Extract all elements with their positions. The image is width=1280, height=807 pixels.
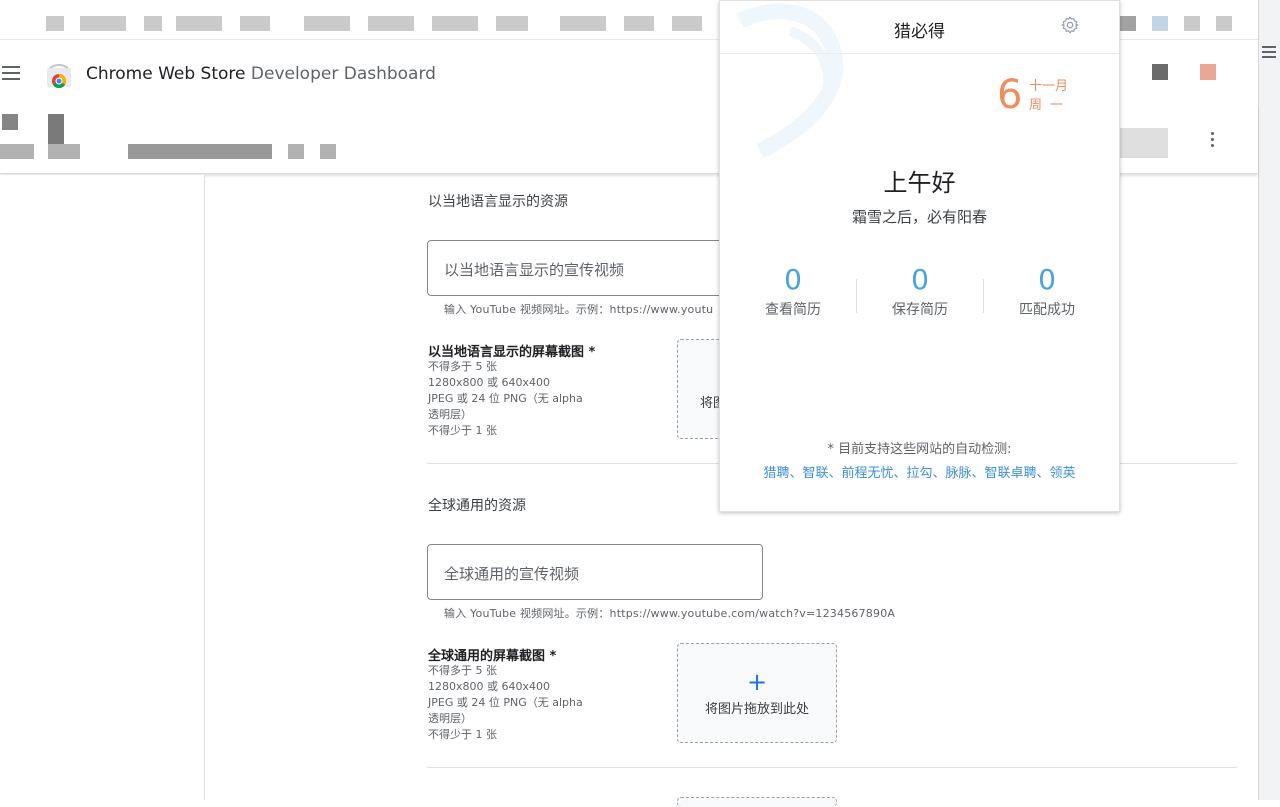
requirement-item: JPEG 或 24 位 PNG（无 alpha bbox=[428, 696, 583, 709]
obscured-tab bbox=[46, 16, 64, 31]
plus-icon: + bbox=[746, 668, 768, 696]
obscured-breadcrumb bbox=[320, 144, 336, 159]
requirement-item: JPEG 或 24 位 PNG（无 alpha bbox=[428, 392, 583, 405]
stat-label: 匹配成功 bbox=[1019, 302, 1075, 318]
date-month: 十一月 bbox=[1029, 79, 1069, 94]
global-screenshots-label: 全球通用的屏幕截图 * bbox=[428, 649, 557, 664]
obscured-tab bbox=[432, 16, 478, 31]
obscured-tab bbox=[240, 16, 270, 31]
obscured-tab bbox=[304, 16, 350, 31]
stat-label: 查看简历 bbox=[765, 302, 821, 318]
local-screenshot-requirements: 不得多于 5 张 1280x800 或 640x400 JPEG 或 24 位 … bbox=[428, 359, 583, 439]
obscured-breadcrumb bbox=[288, 144, 304, 159]
stat-value: 0 bbox=[1038, 263, 1056, 296]
browser-side-panel bbox=[1258, 0, 1280, 800]
obscured-tab bbox=[368, 16, 414, 31]
date-weekday: 周一 bbox=[1029, 98, 1072, 113]
requirement-item: 1280x800 或 640x400 bbox=[428, 376, 550, 389]
global-screenshot-dropzone[interactable]: + 将图片拖放到此处 bbox=[677, 643, 837, 743]
obscured-tab bbox=[1152, 16, 1168, 31]
obscured-tab bbox=[1216, 16, 1232, 31]
obscured-back-icon[interactable] bbox=[2, 114, 18, 130]
greeting: 上午好 bbox=[883, 169, 956, 197]
support-note: * 目前支持这些网站的自动检测: bbox=[827, 442, 1012, 457]
settings-gear-icon[interactable] bbox=[1060, 15, 1080, 35]
requirement-item: 不得少于 1 张 bbox=[428, 728, 497, 741]
local-video-hint: 输入 YouTube 视频网址。示例：https://www.youtu bbox=[444, 303, 714, 316]
local-resources-title: 以当地语言显示的资源 bbox=[428, 194, 568, 210]
app-title-main: Chrome Web Store bbox=[86, 64, 251, 84]
requirement-item: 不得多于 5 张 bbox=[428, 360, 497, 373]
next-dropzone-partial[interactable] bbox=[677, 797, 837, 807]
more-options-icon[interactable] bbox=[1211, 132, 1215, 150]
requirement-item: 不得多于 5 张 bbox=[428, 664, 497, 677]
section-divider bbox=[427, 767, 1237, 768]
stat-label: 保存简历 bbox=[892, 302, 948, 318]
stat-value: 0 bbox=[784, 263, 802, 296]
obscured-tab bbox=[560, 16, 606, 31]
requirement-item: 不得少于 1 张 bbox=[428, 424, 497, 437]
obscured-item-icon bbox=[48, 114, 64, 144]
local-screenshots-label: 以当地语言显示的屏幕截图 * bbox=[428, 345, 596, 360]
obscured-tab bbox=[80, 16, 126, 31]
global-video-input[interactable]: 全球通用的宣传视频 bbox=[427, 544, 763, 600]
obscured-tab bbox=[672, 16, 702, 31]
global-screenshot-requirements: 不得多于 5 张 1280x800 或 640x400 JPEG 或 24 位 … bbox=[428, 663, 583, 743]
stat-viewed-resumes[interactable]: 0 查看简历 bbox=[730, 263, 856, 319]
side-menu-icon[interactable] bbox=[1262, 46, 1276, 61]
requirement-item: 透明层） bbox=[428, 712, 472, 725]
obscured-action-button[interactable] bbox=[1120, 128, 1168, 158]
requirement-item: 透明层） bbox=[428, 408, 472, 421]
obscured-tab bbox=[496, 16, 528, 31]
app-title-sub: Developer Dashboard bbox=[250, 64, 436, 84]
chrome-web-store-logo bbox=[47, 64, 71, 88]
obscured-tab bbox=[1184, 16, 1200, 31]
left-navigation bbox=[0, 175, 205, 800]
global-resources-title: 全球通用的资源 bbox=[428, 498, 526, 514]
obscured-avatar[interactable] bbox=[1200, 64, 1216, 80]
stat-value: 0 bbox=[911, 263, 929, 296]
stat-matched[interactable]: 0 匹配成功 bbox=[984, 263, 1110, 319]
obscured-tab bbox=[176, 16, 222, 31]
supported-sites-links[interactable]: 猎聘、智联、前程无忧、拉勾、脉脉、智联卓聘、领英 bbox=[720, 462, 1119, 481]
obscured-item-name bbox=[128, 144, 272, 159]
extension-popup: 猎必得 6 十一月 周一 上午好 霜雪之后，必有阳春 0 查看简历 0 保存简历… bbox=[719, 0, 1120, 512]
app-title: Chrome Web Store Developer Dashboard bbox=[86, 64, 436, 84]
obscured-header-icon[interactable] bbox=[1152, 64, 1168, 80]
obscured-tab bbox=[624, 16, 654, 31]
obscured-breadcrumb bbox=[48, 144, 80, 159]
date-day: 6 bbox=[997, 72, 1023, 118]
requirement-item: 1280x800 或 640x400 bbox=[428, 680, 550, 693]
hamburger-menu-icon[interactable] bbox=[2, 66, 20, 84]
global-video-hint: 输入 YouTube 视频网址。示例：https://www.youtube.c… bbox=[444, 607, 896, 620]
motto: 霜雪之后，必有阳春 bbox=[851, 208, 987, 226]
stats-row: 0 查看简历 0 保存简历 0 匹配成功 bbox=[730, 263, 1110, 323]
obscured-breadcrumb bbox=[0, 144, 34, 159]
dropzone-text: 将图片拖放到此处 bbox=[704, 702, 809, 717]
obscured-tab bbox=[1120, 16, 1136, 31]
local-video-input[interactable]: 以当地语言显示的宣传视频 bbox=[427, 240, 763, 296]
obscured-tab bbox=[144, 16, 162, 31]
stat-saved-resumes[interactable]: 0 保存简历 bbox=[857, 263, 983, 319]
